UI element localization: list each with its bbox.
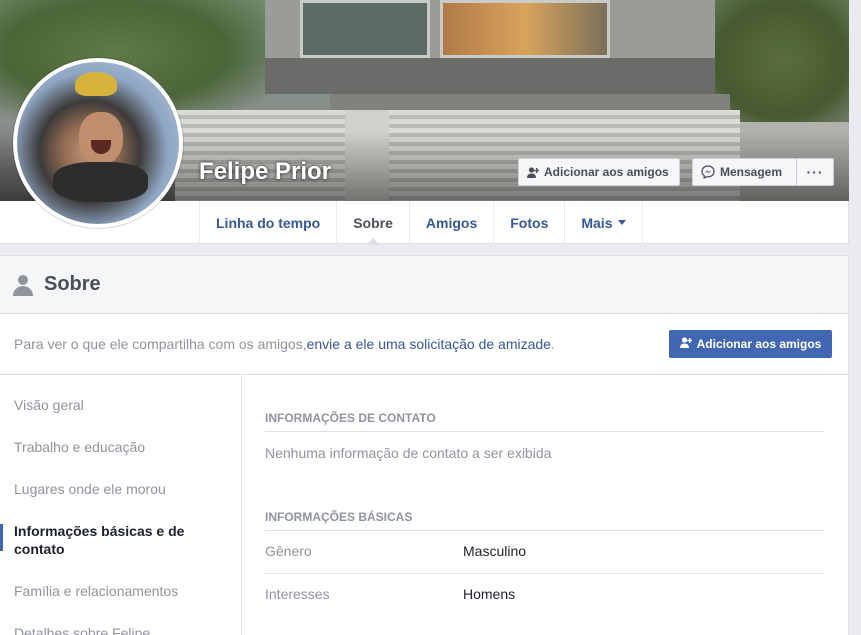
cover-window-right: [440, 0, 610, 58]
tab-more[interactable]: Mais: [565, 201, 644, 244]
tab-label: Fotos: [510, 214, 549, 231]
person-icon: [12, 274, 34, 296]
tab-label: Amigos: [425, 214, 478, 231]
tab-timeline[interactable]: Linha do tempo: [200, 201, 338, 244]
info-row-interests: Interesses Homens: [265, 574, 824, 617]
gender-label: Gênero: [265, 543, 312, 559]
messenger-icon: [701, 165, 715, 179]
avatar-helmet: [75, 72, 117, 96]
menu-item-contact-basic-info[interactable]: Informações básicas e de contato: [14, 522, 229, 558]
friend-prompt-end: .: [550, 336, 555, 352]
friend-request-bar: Para ver o que ele compartilha com os am…: [0, 314, 848, 375]
menu-active-indicator: [0, 524, 3, 551]
contact-info-heading: INFORMAÇÕES DE CONTATO: [265, 411, 824, 432]
profile-picture[interactable]: [13, 58, 183, 228]
add-friend-icon: [527, 166, 539, 178]
interests-label: Interesses: [265, 586, 330, 602]
add-friend-primary-button[interactable]: Adicionar aos amigos: [669, 330, 832, 358]
message-label: Mensagem: [720, 165, 783, 179]
friend-request-link[interactable]: envie a ele uma solicitação de amizade: [307, 336, 551, 352]
tab-friends[interactable]: Amigos: [410, 201, 495, 244]
tab-label: Mais: [581, 214, 613, 231]
about-side-menu: Visão geral Trabalho e educação Lugares …: [0, 375, 242, 635]
tab-about[interactable]: Sobre: [337, 201, 410, 245]
caret-down-icon: [618, 220, 627, 225]
avatar: [17, 62, 179, 224]
menu-item-places-lived[interactable]: Lugares onde ele morou: [14, 480, 229, 498]
avatar-harness: [53, 162, 148, 202]
menu-item-details[interactable]: Detalhes sobre Felipe: [14, 624, 229, 635]
about-header: Sobre: [0, 256, 848, 314]
gender-value: Masculino: [463, 543, 527, 559]
interests-value: Homens: [463, 586, 516, 602]
info-row-gender: Gênero Masculino: [265, 531, 824, 574]
menu-item-work-education[interactable]: Trabalho e educação: [14, 438, 229, 456]
tab-photos[interactable]: Fotos: [494, 201, 566, 244]
add-friend-button[interactable]: Adicionar aos amigos: [518, 158, 680, 186]
avatar-face: [79, 112, 123, 164]
person-icon-body: [13, 285, 33, 296]
timeline-nav: Linha do tempo Sobre Amigos Fotos Mais: [199, 201, 644, 245]
menu-item-family-relationships[interactable]: Família e relacionamentos: [14, 582, 229, 600]
tab-label: Linha do tempo: [216, 214, 321, 231]
profile-card: Felipe Prior Adicionar aos amigos Mensag…: [0, 0, 849, 245]
add-friend-icon: [679, 337, 692, 351]
person-icon-head: [18, 274, 28, 285]
about-title[interactable]: Sobre: [44, 273, 101, 296]
cover-balcony: [265, 58, 715, 94]
cover-window-left: [300, 0, 430, 58]
menu-item-overview[interactable]: Visão geral: [14, 396, 229, 414]
message-button[interactable]: Mensagem: [692, 158, 797, 186]
more-options-icon: ···: [806, 164, 824, 180]
more-options-button[interactable]: ···: [796, 158, 834, 186]
friend-prompt-text: Para ver o que ele compartilha com os am…: [14, 336, 307, 352]
add-friend-primary-label: Adicionar aos amigos: [696, 337, 822, 351]
basic-info-heading: INFORMAÇÕES BÁSICAS: [265, 510, 824, 531]
contact-info-empty: Nenhuma informação de contato a ser exib…: [265, 445, 552, 461]
about-card: Sobre Para ver o que ele compartilha com…: [0, 255, 849, 635]
add-friend-label: Adicionar aos amigos: [544, 165, 669, 179]
tab-label: Sobre: [353, 214, 393, 231]
profile-name[interactable]: Felipe Prior: [199, 158, 331, 186]
about-body: Visão geral Trabalho e educação Lugares …: [0, 375, 848, 635]
